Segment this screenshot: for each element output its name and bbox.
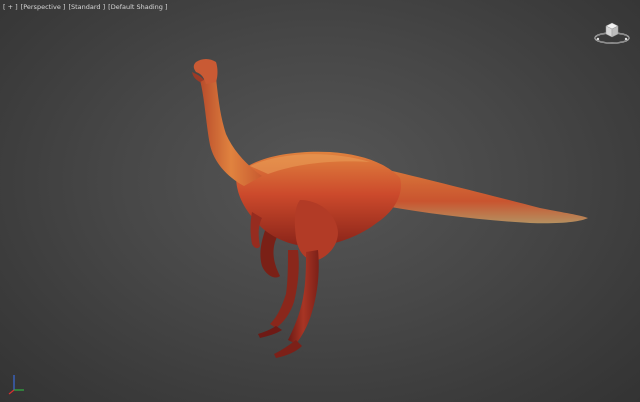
dinosaur-tail <box>380 168 588 224</box>
dinosaur-neck <box>200 78 262 186</box>
axis-tripod-icon <box>8 375 24 395</box>
dinosaur-arm <box>250 212 262 249</box>
dinosaur-model[interactable] <box>0 0 640 402</box>
dinosaur-back-foot <box>258 326 282 338</box>
3d-viewport[interactable]: [ + ] [Perspective ] [Standard ] [Defaul… <box>0 0 640 402</box>
dinosaur-near-foot <box>274 340 302 358</box>
